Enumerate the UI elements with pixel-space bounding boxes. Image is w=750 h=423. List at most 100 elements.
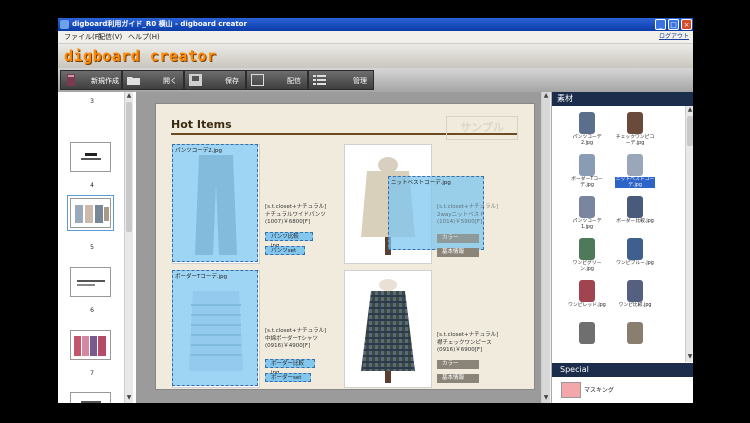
page-number: 5 — [90, 244, 94, 251]
menu-help[interactable]: ヘルプ(H) — [128, 31, 160, 43]
check-dress-image — [361, 279, 415, 383]
materials-scrollbar[interactable]: ▲ ▼ — [685, 106, 693, 362]
color-tag[interactable]: カラー — [437, 360, 479, 369]
new-button[interactable]: 新規作成 — [60, 70, 122, 90]
product-description: [s.t.closet+ナチュラル] 襟チェックワンピース (0916)￥690… — [437, 332, 499, 353]
canvas-scrollbar[interactable]: ▲ ▼ — [541, 92, 550, 403]
special-header: Special — [552, 363, 693, 377]
info-tag[interactable]: 基本情報 — [437, 248, 479, 257]
overlay-label: ニットベストコーデ.jpg — [391, 180, 451, 186]
menu-publish[interactable]: 配信(V) — [98, 31, 122, 43]
product-description: [s.t.closet+ナチュラル] ナチュラルワイドパンツ (1007)￥68… — [265, 204, 327, 225]
open-button[interactable]: 開く — [122, 70, 184, 90]
save-button[interactable]: 保存 — [184, 70, 246, 90]
product-tag-link[interactable]: ボーダー比較jpg — [265, 359, 315, 376]
page-canvas[interactable]: Hot Items サンプル パンツコーデ2.jpg [s.t.closet+ナ… — [155, 103, 535, 390]
menu-bar: ファイル(F) 配信(V) ヘルプ(H) ログアウト — [58, 31, 693, 44]
page-number: 4 — [90, 182, 94, 189]
product-tag-link[interactable]: パンツ比較jpg — [265, 232, 313, 249]
thumbnail-scrollbar[interactable]: ▲ ▼ — [124, 92, 133, 403]
masking-label: マスキング — [584, 387, 614, 394]
material-thumbnail — [579, 154, 595, 176]
material-item[interactable]: ワンピグリーン.jpg — [570, 238, 604, 272]
material-item[interactable]: ワンピブルー.jpg — [616, 238, 654, 270]
app-icon — [60, 20, 69, 29]
brand-bar: digboard creator — [58, 44, 693, 68]
product-image[interactable] — [344, 270, 432, 388]
page-number: 7 — [90, 370, 94, 377]
page-thumbnail[interactable] — [70, 392, 111, 403]
editor-canvas: Hot Items サンプル パンツコーデ2.jpg [s.t.closet+ナ… — [136, 92, 550, 403]
image-selection-overlay[interactable]: パンツコーデ2.jpg — [172, 144, 258, 262]
material-item[interactable]: ワンピレッド.jpg — [568, 280, 606, 312]
sample-watermark: サンプル — [446, 116, 518, 140]
info-tag[interactable]: 基本情報 — [437, 374, 479, 383]
window-title: digboard利用ガイド_R0 横山 - digboard creator — [72, 20, 247, 28]
overlay-label: パンツコーデ2.jpg — [175, 148, 223, 154]
material-thumbnail — [627, 280, 643, 302]
material-thumbnail — [579, 280, 595, 302]
publish-icon — [251, 74, 264, 86]
material-item[interactable]: ボーダーTコーデ.jpg — [570, 154, 604, 188]
publish-button[interactable]: 配信 — [246, 70, 308, 90]
page-thumbnail-panel: 3 4 5 6 7 ▲ ▼ — [58, 92, 137, 403]
app-window: digboard利用ガイド_R0 横山 - digboard creator _… — [58, 18, 693, 403]
material-item[interactable]: パンツコーデ2.jpg — [570, 112, 604, 146]
material-thumbnail — [579, 238, 595, 260]
material-filename: ワンピグリーン.jpg — [572, 261, 602, 272]
app-logo: digboard creator — [64, 47, 217, 65]
image-selection-overlay[interactable]: ボーダーTコーデ.jpg — [172, 270, 258, 386]
material-item[interactable]: ボーダー比較.jpg — [616, 196, 654, 228]
material-item[interactable]: ニットベストコーデ.jpg — [615, 154, 655, 188]
manage-button[interactable]: 管理 — [308, 70, 374, 90]
material-filename: ボーダー比較.jpg — [616, 219, 654, 224]
product-tag-link[interactable]: ボーダーset — [265, 373, 311, 382]
material-thumbnail — [627, 196, 643, 218]
material-filename: パンツコーデ2.jpg — [572, 135, 602, 146]
page-thumbnail[interactable] — [70, 330, 111, 360]
material-filename: ニットベストコーデ.jpg — [615, 177, 655, 188]
material-thumbnail — [579, 322, 595, 344]
close-button[interactable]: × — [681, 19, 692, 30]
product-description: [s.t.closet+ナチュラル] 2wayニットベスト (1014)￥590… — [437, 204, 499, 225]
save-icon — [189, 74, 202, 86]
main-toolbar: 新規作成 開く 保存 配信 管理 — [58, 68, 693, 92]
list-icon — [313, 75, 326, 85]
masking-swatch[interactable] — [561, 382, 581, 398]
scroll-up-icon[interactable]: ▲ — [686, 106, 693, 114]
minimize-button[interactable]: _ — [655, 19, 666, 30]
product-tag-link[interactable]: パンツset — [265, 246, 305, 255]
material-filename: ワンピブルー.jpg — [616, 261, 654, 266]
page-number: 6 — [90, 307, 94, 314]
scroll-down-icon[interactable]: ▼ — [542, 394, 550, 402]
folder-icon — [127, 77, 140, 85]
scroll-up-icon[interactable]: ▲ — [125, 92, 133, 100]
material-filename: ワンピ比較.jpg — [618, 303, 652, 308]
material-thumbnail — [579, 112, 595, 134]
material-item[interactable]: ワンピ比較.jpg — [618, 280, 652, 312]
color-tag[interactable]: カラー — [437, 234, 479, 243]
scroll-down-icon[interactable]: ▼ — [125, 394, 133, 402]
scroll-up-icon[interactable]: ▲ — [542, 92, 550, 100]
material-thumbnail — [627, 154, 643, 176]
maximize-button[interactable]: □ — [668, 19, 679, 30]
title-bar: digboard利用ガイド_R0 横山 - digboard creator _… — [58, 18, 693, 31]
product-description: [s.t.closet+ナチュラル] 中綿ボーダーTシャツ (0916)￥490… — [265, 328, 327, 349]
material-filename: ワンピレッド.jpg — [568, 303, 606, 308]
logout-link[interactable]: ログアウト — [659, 31, 689, 43]
scroll-down-icon[interactable]: ▼ — [686, 353, 693, 361]
material-item[interactable]: チェックワンピコーデ.jpg — [615, 112, 655, 146]
page-thumbnail-selected[interactable] — [67, 195, 114, 231]
material-filename: パンツコーデ1.jpg — [572, 219, 602, 230]
material-item[interactable] — [618, 322, 652, 354]
material-item[interactable] — [570, 322, 604, 354]
page-thumbnail[interactable] — [70, 267, 111, 297]
scroll-thumb[interactable] — [687, 116, 693, 146]
overlay-label: ボーダーTコーデ.jpg — [175, 274, 228, 280]
page-thumbnail[interactable] — [70, 142, 111, 172]
page-number: 3 — [90, 98, 94, 105]
material-item[interactable]: パンツコーデ1.jpg — [570, 196, 604, 230]
menu-file[interactable]: ファイル(F) — [64, 31, 102, 43]
material-filename: チェックワンピコーデ.jpg — [615, 135, 655, 146]
scroll-thumb[interactable] — [126, 102, 132, 232]
